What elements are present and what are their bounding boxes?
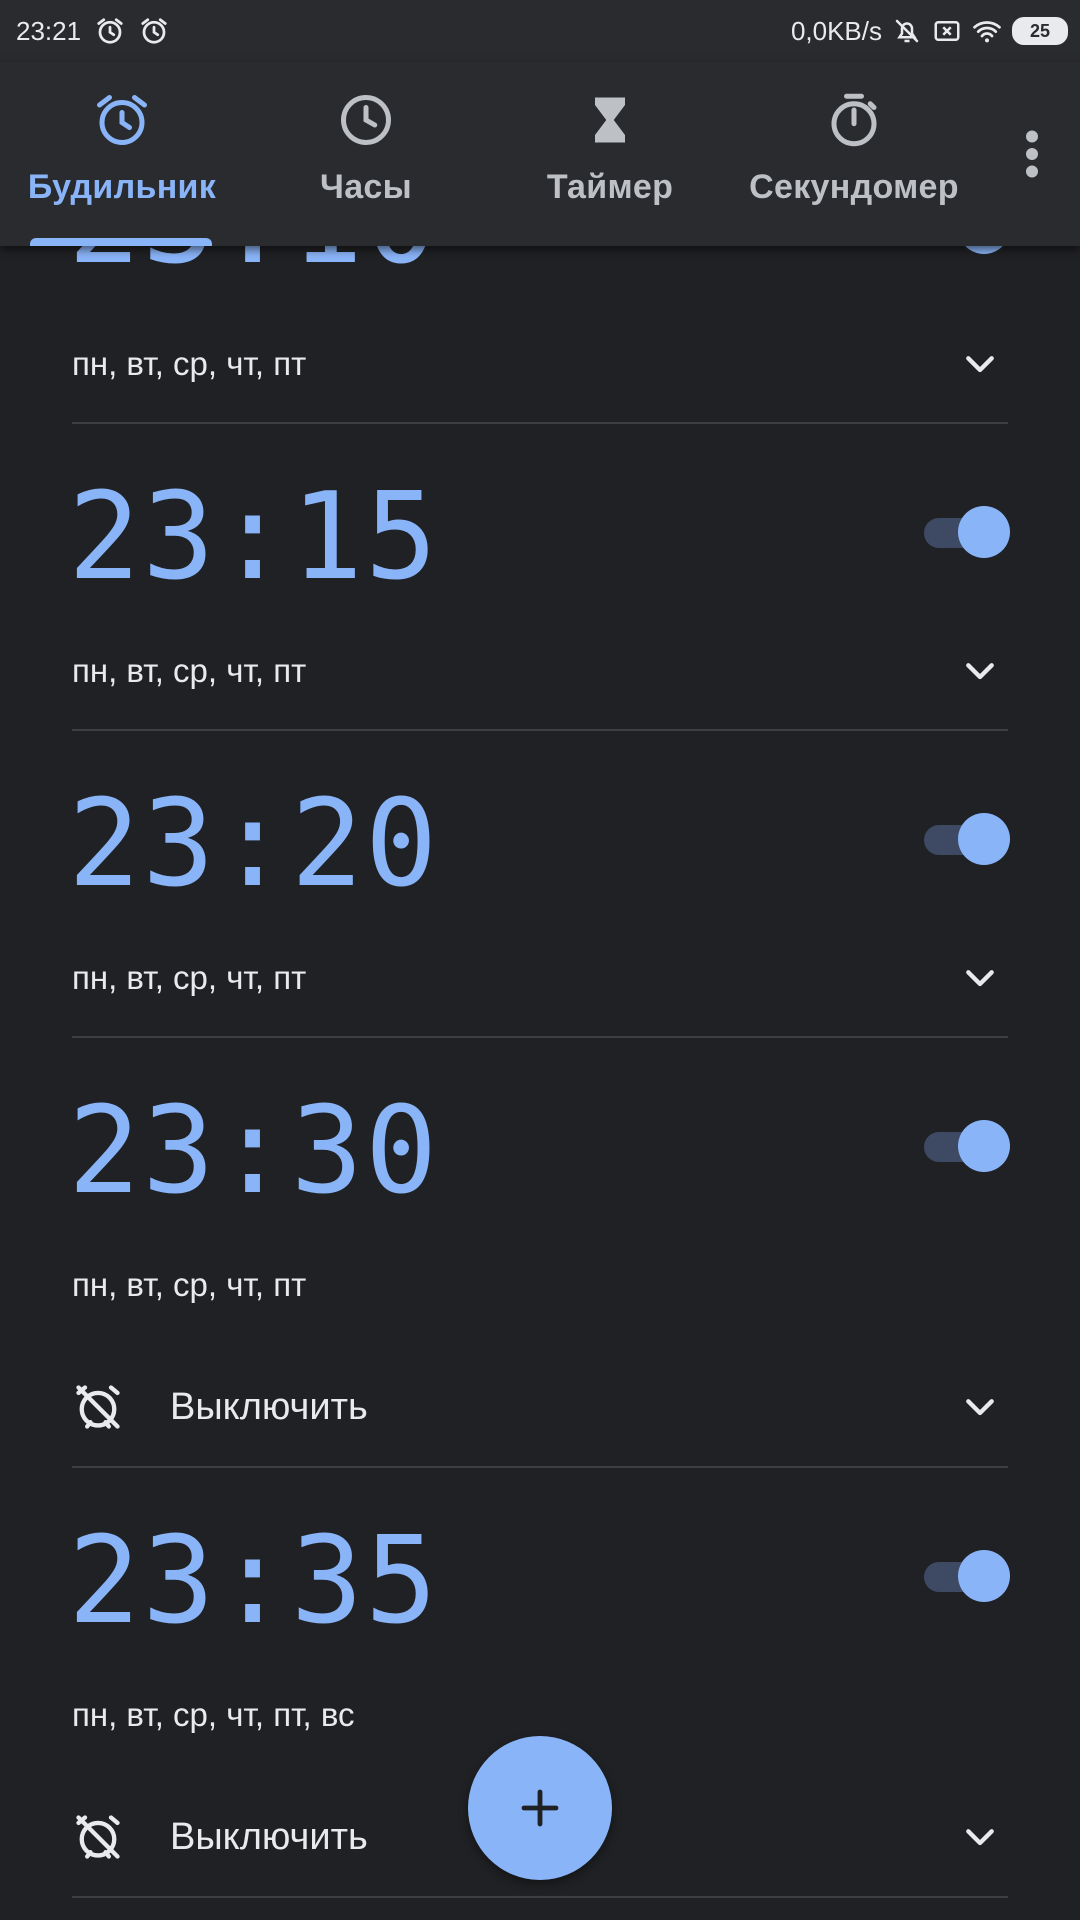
hourglass-icon (595, 97, 625, 143)
tab-bar: Будильник Часы Таймер Секундомер (0, 62, 1080, 246)
network-speed: 0,0KB/s (790, 15, 882, 46)
dismiss-label: Выключить (170, 1385, 368, 1428)
alarm-toggle[interactable] (924, 1118, 1010, 1172)
tab-label: Часы (320, 168, 412, 206)
sim-x-icon (934, 21, 960, 41)
alarm-toggle[interactable] (924, 811, 1010, 865)
plus-icon (521, 1789, 559, 1827)
chevron-down-icon[interactable] (960, 1388, 1000, 1428)
alarm-time[interactable]: 23:30 (68, 1092, 439, 1212)
alarm-time[interactable]: 23:20 (68, 785, 439, 905)
divider (72, 1466, 1008, 1468)
alarm-off-icon (76, 1385, 120, 1429)
dismiss-label: Выключить (170, 1815, 368, 1858)
alarm-clock-icon (97, 95, 147, 145)
tab-label: Будильник (27, 168, 217, 206)
status-time: 23:21 (16, 15, 82, 46)
alarm-time[interactable]: 23:15 (68, 478, 439, 598)
alarm-icon (97, 18, 123, 44)
divider (72, 1896, 1008, 1898)
tab-label: Секундомер (749, 168, 959, 206)
tab-stopwatch[interactable]: Секундомер (732, 62, 976, 246)
divider (72, 1036, 1008, 1038)
battery-icon: 25 (1012, 17, 1068, 45)
alarm-list[interactable]: 23:10 пн, вт, ср, чт, пт 23:15 пн, вт, с… (0, 0, 1080, 1920)
alarm-toggle[interactable] (924, 1548, 1010, 1602)
tab-timer[interactable]: Таймер (488, 62, 732, 246)
chevron-down-icon[interactable] (960, 652, 1000, 692)
alarm-days[interactable]: пн, вт, ср, чт, пт (72, 345, 306, 383)
dismiss-alarm-button[interactable]: Выключить (72, 1802, 368, 1872)
tab-clock[interactable]: Часы (244, 62, 488, 246)
overflow-menu-button[interactable] (1002, 104, 1062, 204)
add-alarm-button[interactable] (468, 1736, 612, 1880)
tab-alarm[interactable]: Будильник (0, 62, 244, 246)
alarm-icon (141, 18, 167, 44)
status-bar: 23:21 0,0KB/s 25 (0, 0, 1080, 62)
alarm-off-icon (76, 1815, 120, 1859)
more-vert-icon (1026, 130, 1038, 178)
stopwatch-icon (831, 93, 877, 147)
divider (72, 422, 1008, 424)
alarm-days[interactable]: пн, вт, ср, чт, пт (72, 959, 306, 997)
alarm-days[interactable]: пн, вт, ср, чт, пт (72, 652, 306, 690)
alarm-days[interactable]: пн, вт, ср, чт, пт (72, 1266, 306, 1304)
alarm-time[interactable]: 23:35 (68, 1522, 439, 1642)
alarm-toggle[interactable] (924, 504, 1010, 558)
alarm-days[interactable]: пн, вт, ср, чт, пт, вс (72, 1696, 355, 1734)
bell-off-icon (895, 19, 919, 43)
chevron-down-icon[interactable] (960, 959, 1000, 999)
wifi-icon (973, 21, 1001, 43)
clock-icon (341, 95, 391, 145)
chevron-down-icon[interactable] (960, 1818, 1000, 1858)
battery-level: 25 (1029, 20, 1051, 41)
dismiss-alarm-button[interactable]: Выключить (72, 1372, 368, 1442)
chevron-down-icon[interactable] (960, 345, 1000, 385)
divider (72, 729, 1008, 731)
tab-label: Таймер (546, 168, 674, 206)
active-tab-indicator (30, 238, 212, 246)
